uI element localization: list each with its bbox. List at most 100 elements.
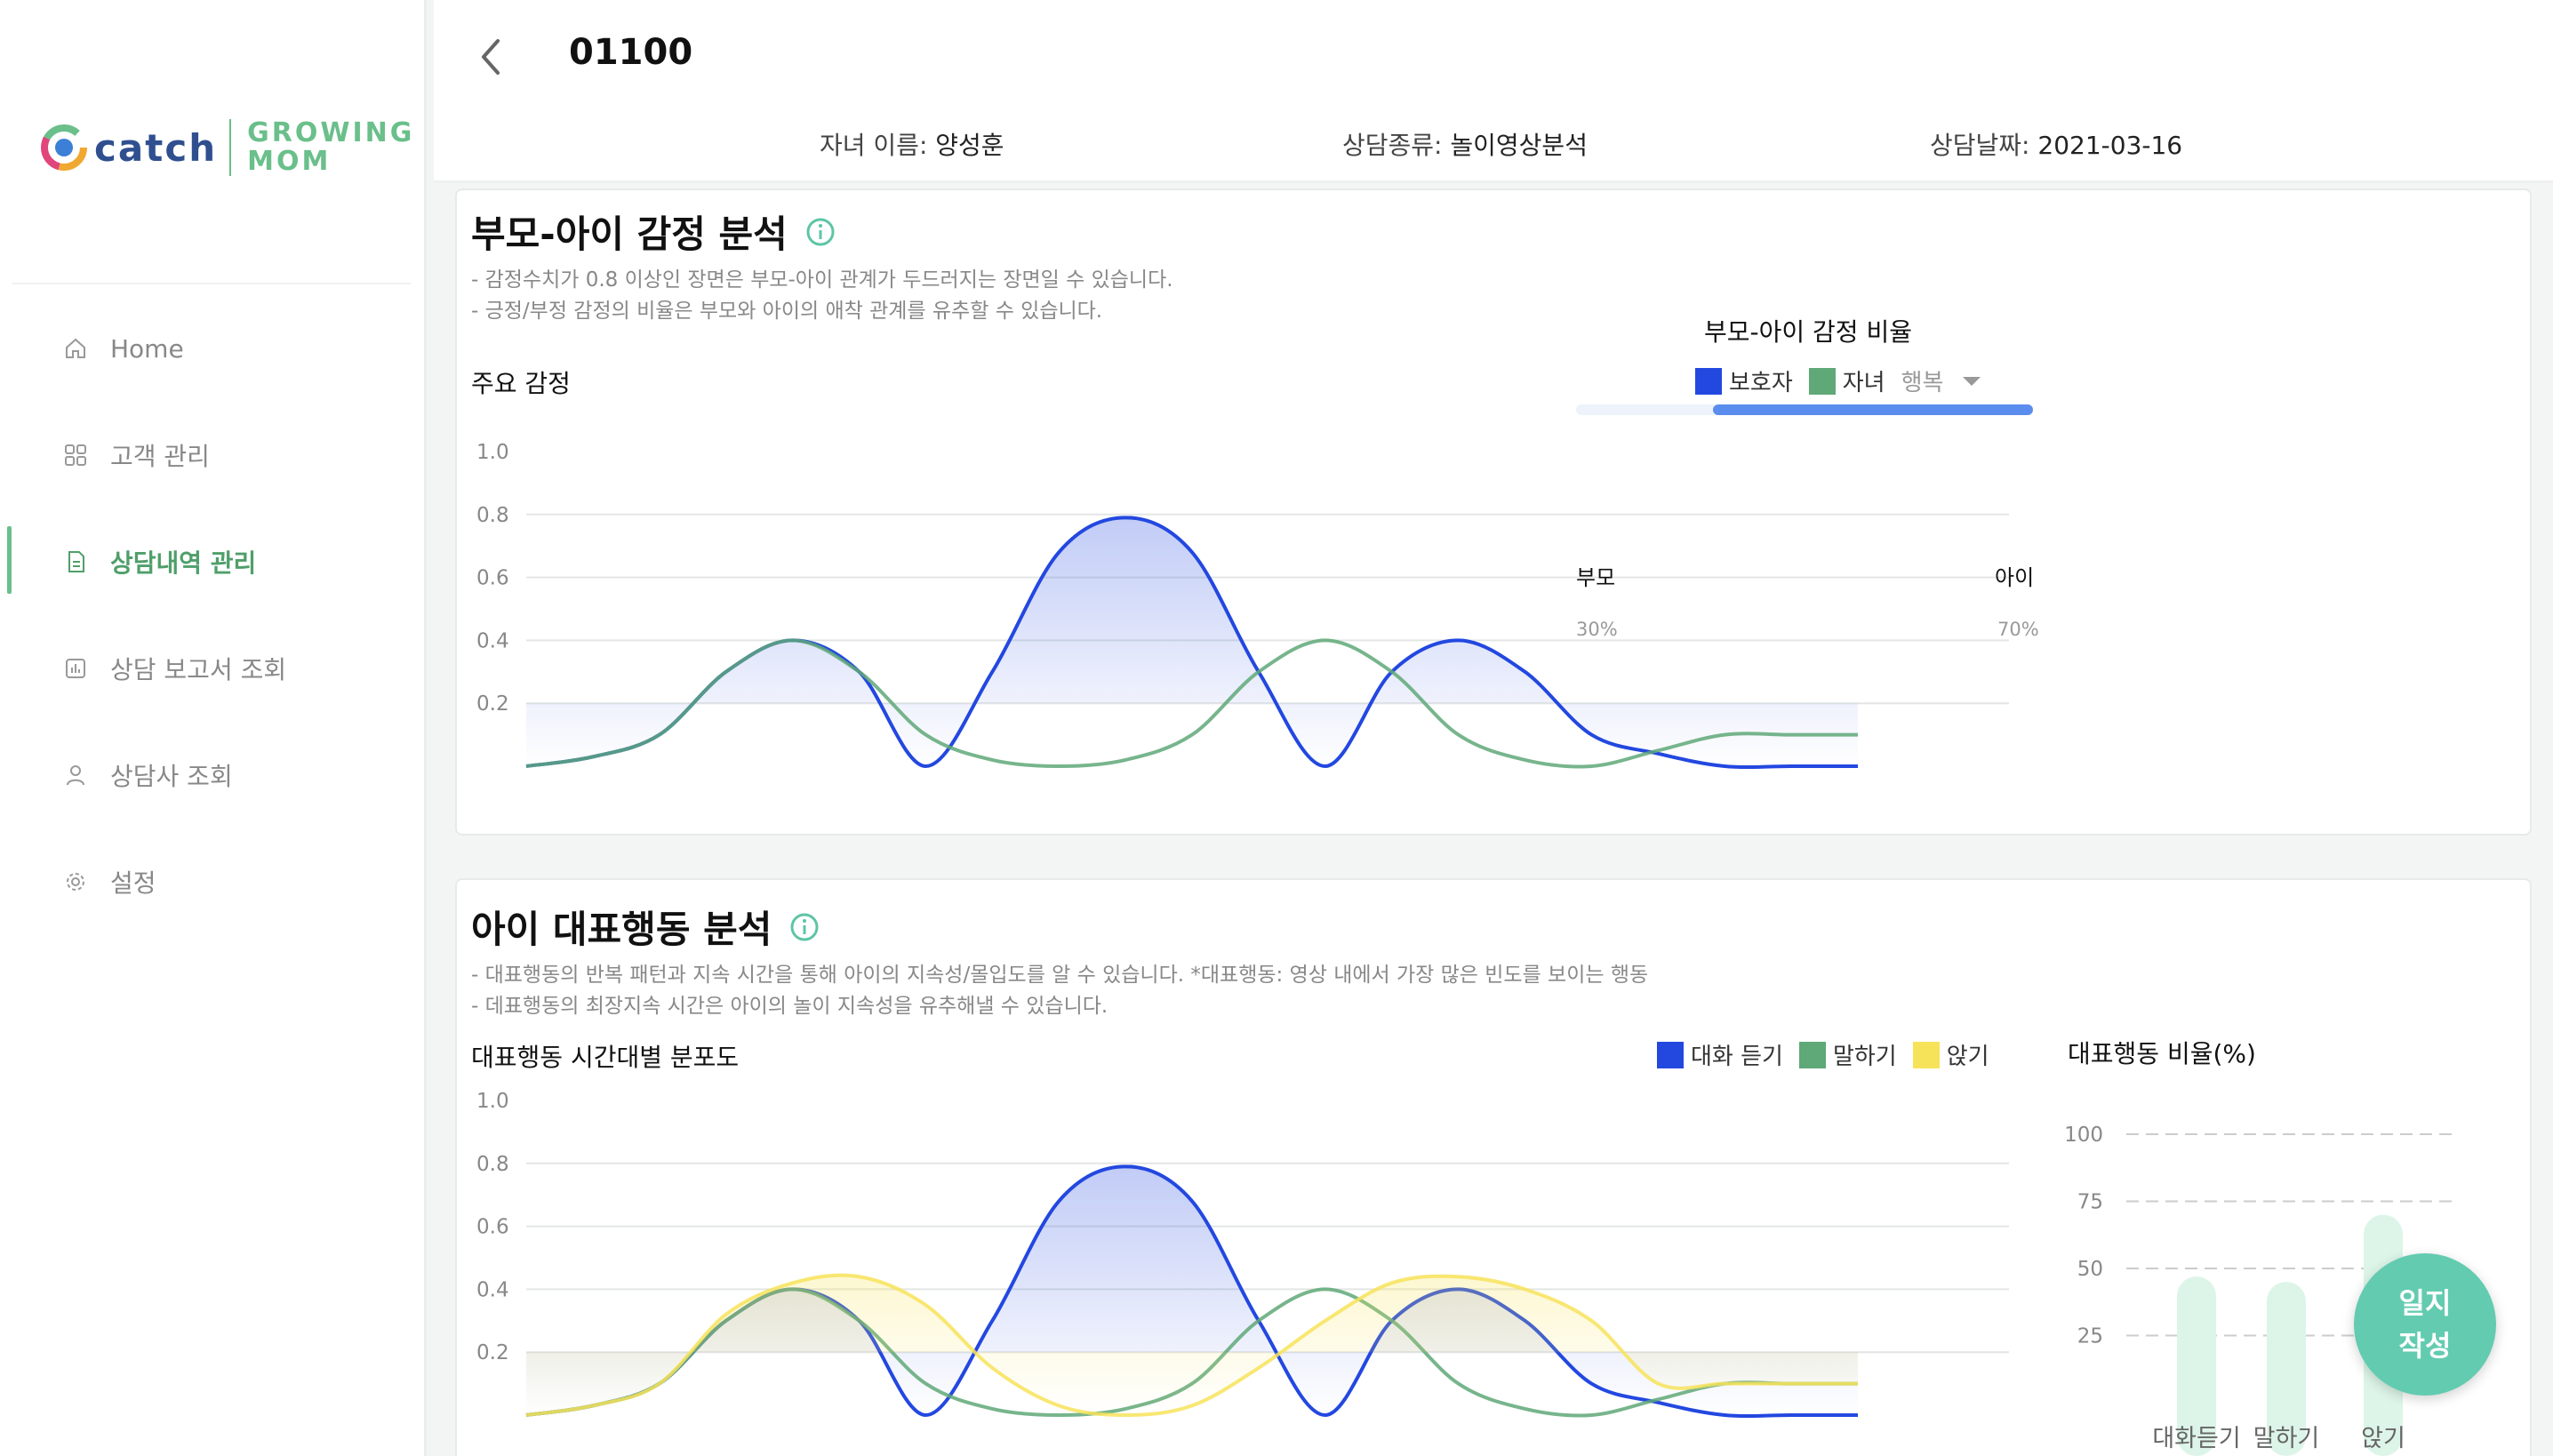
data-point [1059, 1201, 1060, 1202]
data-point [1258, 671, 1259, 672]
data-point [725, 1314, 726, 1315]
home-icon [62, 335, 89, 362]
ratio-left-pct: 30% [1576, 619, 1618, 640]
data-point [925, 1415, 926, 1416]
sidebar-item-settings[interactable]: 설정 [62, 862, 156, 901]
behavior-chart-title: 대표행동 시간대별 분포도 [471, 1043, 740, 1072]
data-point [859, 1276, 860, 1277]
legend-swatch-blue [1695, 367, 1722, 395]
fab-line2: 작성 [2398, 1329, 2452, 1363]
data-point [1791, 1383, 1792, 1384]
sidebar-item-consultations[interactable]: 상담내역 관리 [62, 542, 256, 581]
data-point [1791, 766, 1792, 767]
y-tick-label: 0.6 [476, 1216, 509, 1239]
logo-mom-text: MOM [247, 146, 332, 177]
back-button[interactable] [469, 30, 514, 84]
data-point [859, 671, 860, 672]
data-point [925, 1383, 926, 1384]
legend-sitting: 앉기 [1912, 1038, 1989, 1071]
data-point [1591, 1383, 1592, 1384]
person-icon [62, 762, 89, 788]
info-icon[interactable] [789, 912, 820, 942]
sidebar-item-home[interactable]: Home [62, 329, 184, 368]
emotion-dropdown-value: 행복 [1901, 370, 1944, 396]
data-point [725, 671, 726, 672]
emotion-line-chart: 1.0 0.8 0.6 0.4 0.2 [476, 441, 2009, 770]
consult-date-value: 2021-03-16 [2037, 131, 2183, 160]
sidebar-item-label: Home [110, 333, 184, 364]
behavior-section-title: 아이 대표행동 분석 [471, 900, 820, 954]
data-point [1458, 1276, 1459, 1277]
data-point [1192, 1201, 1193, 1202]
consult-date-label: 상담날짜: [1930, 131, 2030, 160]
chevron-down-icon [1963, 376, 1981, 386]
y-tick-label: 0.2 [476, 1341, 509, 1364]
legend-listening: 대화 듣기 [1657, 1038, 1783, 1071]
emotion-title-text: 부모-아이 감정 분석 [471, 212, 788, 256]
legend-child-label: 자녀 [1842, 370, 1885, 396]
data-point [1458, 1383, 1459, 1384]
data-point [1658, 1383, 1659, 1384]
catch-logo-mark [41, 124, 87, 171]
data-point [1391, 671, 1392, 672]
sidebar: catch GROWING MOM Home 고객 관리 상담내역 관리 상담 … [0, 0, 427, 1456]
sidebar-item-customers[interactable]: 고객 관리 [62, 436, 210, 475]
data-point [1192, 734, 1193, 735]
x-tick-label: 앉기 [2361, 1425, 2405, 1452]
data-point [1591, 766, 1592, 767]
sidebar-item-reports[interactable]: 상담 보고서 조회 [62, 649, 286, 688]
data-point [1591, 1415, 1592, 1416]
y-tick-label: 75 [2077, 1191, 2103, 1214]
y-tick-label: 0.6 [476, 567, 509, 590]
y-tick-label: 25 [2077, 1325, 2103, 1348]
data-point [1791, 734, 1792, 735]
emotion-dropdown[interactable]: 행복 [1901, 364, 1981, 397]
document-icon [62, 548, 89, 575]
behavior-desc-line1: - 대표행동의 반복 패턴과 지속 시간을 통해 아이의 지속성/몰입도를 알 … [471, 964, 1649, 987]
ratio-title: 부모-아이 감정 비율 [1704, 317, 1912, 347]
data-point [1059, 552, 1060, 553]
ratio-bar [1576, 404, 2033, 415]
sidebar-item-counselors[interactable]: 상담사 조회 [62, 756, 233, 795]
data-point [992, 1408, 993, 1409]
sidebar-item-label: 상담 보고서 조회 [110, 655, 287, 684]
legend-swatch-green [1798, 1041, 1826, 1068]
data-point [1125, 759, 1126, 760]
logo-catch-text: catch [94, 125, 218, 170]
sidebar-item-label: 고객 관리 [110, 442, 210, 471]
data-point [1391, 1283, 1392, 1284]
page-title: 01100 [569, 32, 693, 73]
write-journal-button[interactable]: 일지 작성 [2354, 1253, 2496, 1396]
logo[interactable]: catch GROWING MOM [41, 112, 414, 183]
data-point [1059, 1415, 1060, 1416]
legend-speaking-label: 말하기 [1832, 1044, 1897, 1070]
series-area-0 [526, 517, 1858, 768]
data-point [1258, 1367, 1259, 1368]
legend-swatch-blue [1657, 1041, 1684, 1068]
data-point [1458, 640, 1459, 641]
data-point [1591, 1320, 1592, 1321]
behavior-bar-title: 대표행동 비율(%) [2068, 1039, 2256, 1068]
data-point [1658, 750, 1659, 751]
data-point [992, 1320, 993, 1321]
data-point [1125, 517, 1126, 518]
data-point [1858, 734, 1859, 735]
emotion-section-title: 부모-아이 감정 분석 [471, 204, 836, 259]
legend-child: 자녀 [1808, 364, 1885, 397]
x-tick-label: 대화듣기 [2152, 1425, 2240, 1452]
data-point [1658, 1402, 1659, 1403]
y-tick-label: 0.8 [476, 504, 509, 527]
data-point [1125, 1166, 1126, 1167]
data-point [592, 756, 593, 757]
data-point [792, 640, 793, 641]
chevron-left-icon [482, 39, 500, 75]
legend-swatch-green [1808, 367, 1836, 395]
info-icon[interactable] [805, 217, 836, 247]
data-point [1591, 734, 1592, 735]
y-tick-label: 50 [2077, 1258, 2103, 1281]
y-tick-label: 100 [2064, 1124, 2103, 1147]
data-point [1059, 766, 1060, 767]
logo-growing-text: GROWING [247, 117, 415, 148]
sidebar-item-label: 설정 [110, 868, 156, 898]
data-point [1858, 766, 1859, 767]
